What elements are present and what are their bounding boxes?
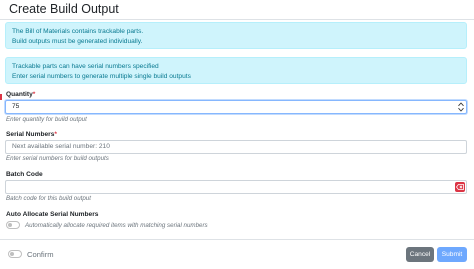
cancel-button[interactable]: Cancel	[406, 247, 434, 262]
modal-footer: Confirm Cancel Submit	[0, 239, 474, 269]
serial-numbers-placeholder: Next available serial number: 210	[12, 143, 110, 150]
serial-numbers-input[interactable]: Next available serial number: 210	[5, 140, 467, 154]
create-build-output-dialog: Create Build Output The Bill of Material…	[0, 0, 474, 269]
submit-button[interactable]: Submit	[437, 247, 467, 262]
modal-header: Create Build Output	[0, 0, 474, 20]
required-mark: *	[54, 131, 57, 138]
required-mark: *	[32, 91, 36, 98]
confirm-label: Confirm	[27, 250, 54, 259]
backspace-icon[interactable]	[455, 182, 465, 192]
batch-code-input[interactable]	[5, 180, 467, 194]
alert-line: Enter serial numbers to generate multipl…	[12, 72, 191, 80]
quantity-help: Enter quantity for build output	[6, 116, 87, 123]
serial-numbers-help: Enter serial numbers for build outputs	[6, 155, 109, 162]
alert-line: The Bill of Materials contains trackable…	[12, 28, 144, 35]
quantity-label: Quantity*	[6, 91, 35, 98]
clear-glyph	[456, 184, 464, 190]
quantity-input[interactable]: 75	[5, 100, 467, 114]
quantity-label-text: Quantity	[6, 91, 33, 98]
alert-line: Build outputs must be generated individu…	[12, 37, 143, 45]
batch-code-label: Batch Code	[6, 171, 43, 178]
info-alert-trackable-bom: The Bill of Materials contains trackable…	[5, 22, 467, 49]
serial-numbers-label-text: Serial Numbers	[6, 131, 55, 138]
serial-numbers-label: Serial Numbers*	[6, 131, 57, 138]
auto-allocate-toggle[interactable]	[6, 221, 20, 229]
field-error-marker	[0, 94, 2, 100]
quantity-value: 75	[12, 103, 20, 110]
auto-allocate-label: Auto Allocate Serial Numbers	[6, 211, 99, 218]
modal-title: Create Build Output	[9, 2, 119, 16]
confirm-toggle[interactable]	[8, 250, 22, 258]
alert-line: Trackable parts can have serial numbers …	[12, 63, 159, 70]
batch-code-help: Batch code for this build output	[6, 195, 91, 202]
info-alert-serial-numbers: Trackable parts can have serial numbers …	[5, 57, 467, 84]
up-down-arrows-icon[interactable]	[458, 102, 464, 112]
auto-allocate-toggle-label: Automatically allocate required items wi…	[25, 222, 208, 229]
stepper-arrows	[458, 102, 464, 112]
